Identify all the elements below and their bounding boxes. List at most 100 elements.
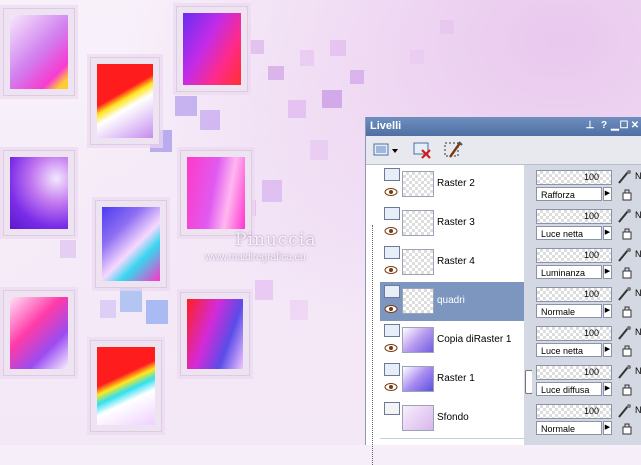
mosaic-tile — [175, 96, 197, 116]
close-icon[interactable]: ✕ — [630, 120, 640, 131]
brush-icon[interactable] — [616, 247, 632, 263]
opacity-field[interactable]: 100 — [536, 248, 612, 263]
blend-mode-select[interactable]: Normale — [536, 304, 602, 318]
blend-dropdown-icon[interactable]: ▶ — [603, 304, 612, 318]
panel-splitter[interactable] — [524, 165, 532, 445]
layer-thumbnail — [402, 288, 434, 314]
opacity-field[interactable]: 100 — [536, 287, 612, 302]
layer-type-icon — [384, 207, 400, 220]
tree-connector — [372, 225, 379, 465]
blend-dropdown-icon[interactable]: ▶ — [603, 265, 612, 279]
eye-icon[interactable] — [384, 383, 398, 391]
layer-row-quadri[interactable]: quadri — [380, 282, 524, 322]
lock-icon[interactable] — [620, 226, 634, 240]
pin-icon[interactable]: ⊥ — [585, 120, 595, 131]
blend-mode-select[interactable]: Luminanza — [536, 265, 602, 279]
layer-type-icon — [384, 324, 400, 337]
layer-row-copia-raster-1[interactable]: Copia diRaster 1 — [380, 321, 524, 361]
layer-row-raster-3[interactable]: Raster 3 — [380, 204, 524, 244]
opacity-field[interactable]: 100 — [536, 326, 612, 341]
layer-name: Raster 4 — [437, 256, 475, 267]
blend-mode-select[interactable]: Luce netta — [536, 343, 602, 357]
picture-frame — [3, 8, 75, 96]
layer-thumbnail — [402, 405, 434, 431]
blend-mode-select[interactable]: Luce netta — [536, 226, 602, 240]
lock-icon[interactable] — [620, 187, 634, 201]
opacity-field[interactable]: 100 — [536, 404, 612, 419]
panel-titlebar[interactable]: Livelli ⊥ ? ▁ ☐ ✕ — [366, 117, 641, 136]
mask-button[interactable] — [442, 139, 466, 161]
layer-type-icon — [384, 285, 400, 298]
eye-icon[interactable] — [384, 227, 398, 235]
blend-dropdown-icon[interactable]: ▶ — [603, 187, 612, 201]
lock-icon[interactable] — [620, 265, 634, 279]
maximize-icon[interactable]: ☐ — [619, 120, 629, 131]
layer-thumbnail — [402, 366, 434, 392]
watermark-name: Pinuccia — [235, 230, 317, 250]
brush-icon[interactable] — [616, 208, 632, 224]
mosaic-tile — [120, 288, 142, 312]
new-layer-dropdown[interactable] — [390, 139, 400, 161]
layers-list: Raster 2 Raster 3 Raster 4 quadri Copia … — [366, 165, 524, 465]
lock-icon[interactable] — [620, 382, 634, 396]
brush-icon[interactable] — [616, 364, 632, 380]
panel-toolbar — [366, 136, 641, 165]
lock-icon[interactable] — [620, 304, 634, 318]
eye-icon[interactable] — [384, 305, 398, 313]
blend-dropdown-icon[interactable]: ▶ — [603, 226, 612, 240]
layer-thumbnail — [402, 171, 434, 197]
blend-mode-select[interactable]: Normale — [536, 421, 602, 435]
layer-type-icon — [384, 168, 400, 181]
brush-icon[interactable] — [616, 325, 632, 341]
truncated-label: Ne — [635, 249, 641, 259]
truncated-label: Ne — [635, 210, 641, 220]
layer-row-raster-4[interactable]: Raster 4 — [380, 243, 524, 283]
blend-mode-select[interactable]: Rafforza — [536, 187, 602, 201]
blend-mode-select[interactable]: Luce diffusa — [536, 382, 602, 396]
brush-icon[interactable] — [616, 403, 632, 419]
blend-dropdown-icon[interactable]: ▶ — [603, 343, 612, 357]
layer-name: Raster 3 — [437, 217, 475, 228]
opacity-field[interactable]: 100 — [536, 365, 612, 380]
mosaic-tile — [290, 300, 308, 320]
picture-frame — [180, 150, 252, 236]
layer-type-icon — [384, 402, 400, 415]
help-icon[interactable]: ? — [599, 120, 609, 131]
layer-thumbnail — [402, 327, 434, 353]
mosaic-tile — [440, 20, 454, 34]
picture-frame — [176, 6, 248, 92]
eye-icon[interactable] — [384, 266, 398, 274]
lock-icon[interactable] — [620, 421, 634, 435]
opacity-field[interactable]: 100 — [536, 209, 612, 224]
blend-dropdown-icon[interactable]: ▶ — [603, 382, 612, 396]
watermark-url: www.maidiregrafica.eu — [205, 252, 306, 263]
truncated-label: Ne — [635, 405, 641, 415]
layer-name: Raster 2 — [437, 178, 475, 189]
blend-dropdown-icon[interactable]: ▶ — [603, 421, 612, 435]
layer-props-row: 100 Normale ▶ Ne — [536, 402, 641, 441]
layer-thumbnail — [402, 249, 434, 275]
eye-icon[interactable] — [384, 344, 398, 352]
layer-type-icon — [384, 363, 400, 376]
eye-icon[interactable] — [384, 188, 398, 196]
mask-icon — [444, 141, 463, 158]
layer-row-sfondo[interactable]: Sfondo — [380, 399, 524, 439]
delete-layer-button[interactable] — [411, 139, 435, 161]
dropdown-arrow-icon — [392, 149, 398, 153]
layer-props-row: 100 Luce netta ▶ Ne — [536, 207, 641, 246]
truncated-label: Ne — [635, 327, 641, 337]
layer-row-raster-2[interactable]: Raster 2 — [380, 165, 524, 205]
brush-icon[interactable] — [616, 169, 632, 185]
layers-panel: Livelli ⊥ ? ▁ ☐ ✕ Raster 2 Raster 3 Rast… — [365, 117, 641, 465]
opacity-field[interactable]: 100 — [536, 170, 612, 185]
lock-icon[interactable] — [620, 343, 634, 357]
layer-props-row: 100 Luce netta ▶ Ne — [536, 324, 641, 363]
mosaic-tile — [60, 240, 76, 258]
layer-name: quadri — [437, 295, 465, 306]
layer-row-raster-1[interactable]: Raster 1 — [380, 360, 524, 400]
layer-thumbnail — [402, 210, 434, 236]
brush-icon[interactable] — [616, 286, 632, 302]
layer-name: Copia diRaster 1 — [437, 334, 512, 345]
mosaic-tile — [300, 50, 314, 66]
layer-props-row: 100 Rafforza ▶ Ne — [536, 168, 641, 207]
